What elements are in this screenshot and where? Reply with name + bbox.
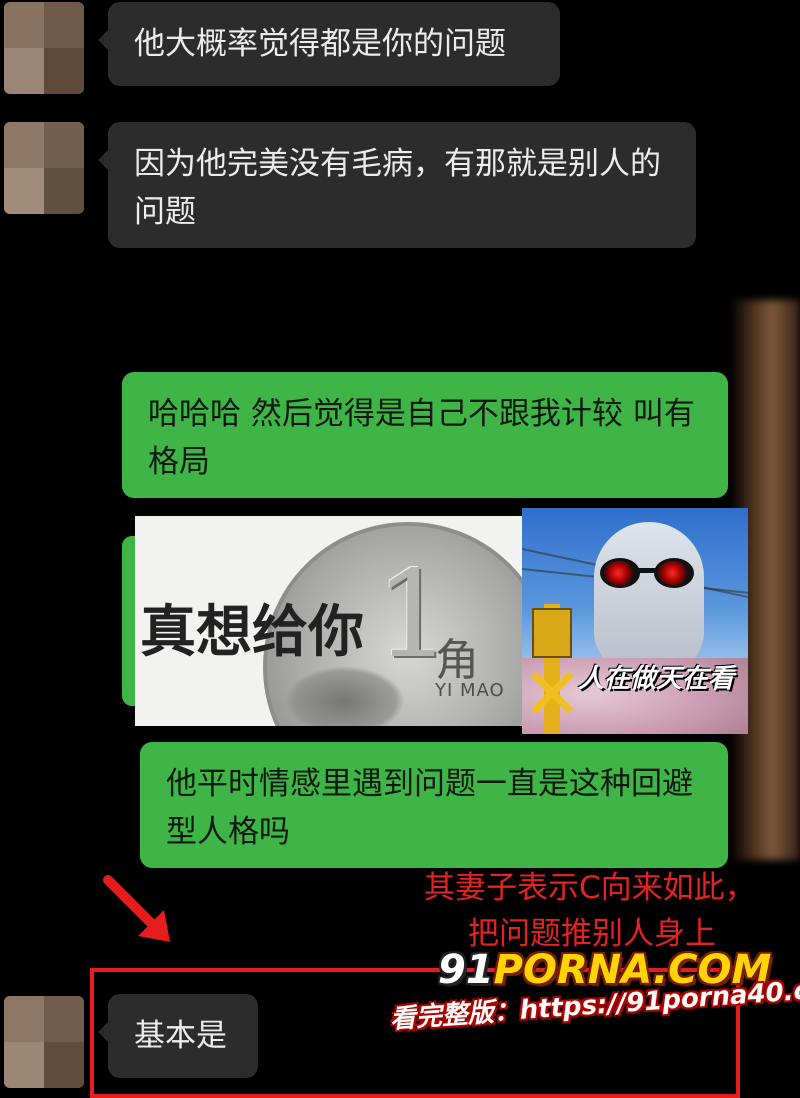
buddha-meme-image[interactable]: ✕ 人在做天在看 xyxy=(522,508,748,734)
annotation-line-1: 其妻子表示C向来如此， xyxy=(424,870,756,906)
message-text: 他大概率觉得都是你的问题 xyxy=(134,26,506,62)
contact-avatar[interactable] xyxy=(4,122,84,214)
message-text: 他平时情感里遇到问题一直是这种回避型人格吗 xyxy=(166,766,693,850)
coin-sticker-image[interactable]: 1 角 YI MAO 真想给你 xyxy=(135,516,525,726)
contact-avatar[interactable] xyxy=(4,996,84,1088)
sticker-caption: 真想给你 xyxy=(140,600,364,665)
message-bubble-incoming[interactable]: 因为他完美没有毛病，有那就是别人的问题 xyxy=(98,122,696,248)
message-bubble-incoming[interactable]: 他大概率觉得都是你的问题 xyxy=(98,2,560,86)
coin-unit: 角 xyxy=(435,635,479,686)
sunglasses-icon xyxy=(600,558,696,588)
watermark-logo-prefix: 91 xyxy=(438,947,494,993)
message-bubble-outgoing[interactable]: 他平时情感里遇到问题一直是这种回避型人格吗 xyxy=(140,742,728,868)
crossing-signal-icon xyxy=(532,608,572,658)
crossing-x-sign-icon: ✕ xyxy=(522,652,583,734)
red-arrow-icon xyxy=(103,875,170,942)
buddha-statue xyxy=(594,522,704,672)
message-text: 哈哈哈 然后觉得是自己不跟我计较 叫有格局 xyxy=(148,396,695,480)
meme-caption: 人在做天在看 xyxy=(578,664,735,694)
coin-pinyin: YI MAO xyxy=(435,680,505,701)
message-bubble-outgoing[interactable]: 哈哈哈 然后觉得是自己不跟我计较 叫有格局 xyxy=(122,372,728,498)
contact-avatar[interactable] xyxy=(4,2,84,94)
message-text: 因为他完美没有毛病，有那就是别人的问题 xyxy=(134,146,661,230)
